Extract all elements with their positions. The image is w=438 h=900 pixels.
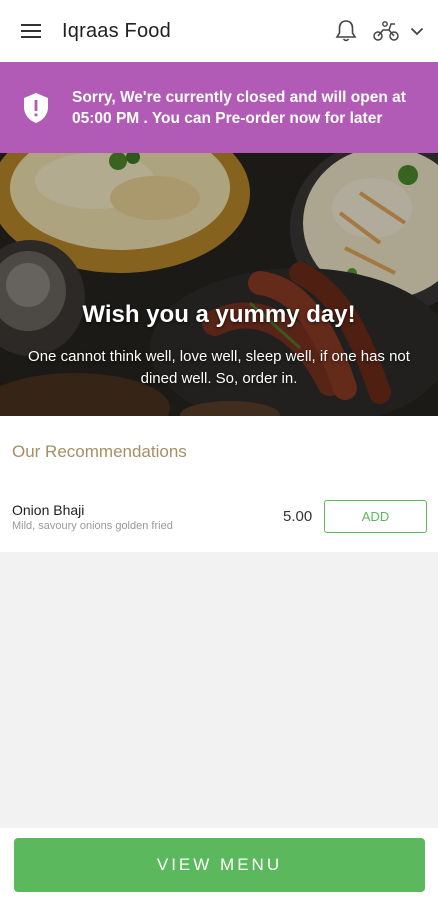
hero-title: Wish you a yummy day! — [82, 301, 356, 328]
notifications-button[interactable] — [324, 0, 368, 62]
hero-subtitle: One cannot think well, love well, sleep … — [28, 348, 410, 387]
chevron-down-icon — [410, 27, 424, 35]
item-description: Mild, savoury onions golden fried — [12, 520, 173, 532]
bottom-bar: VIEW MENU — [0, 828, 438, 900]
bell-icon — [335, 20, 357, 42]
shield-alert-icon — [0, 92, 72, 124]
item-name[interactable]: Onion Bhaji — [12, 502, 84, 518]
store-closed-banner: Sorry, We're currently closed and will o… — [0, 62, 438, 153]
item-price: 5.00 — [283, 508, 313, 525]
add-item-button[interactable]: ADD — [324, 500, 427, 533]
app-title: Iqraas Food — [62, 19, 171, 42]
menu-button[interactable] — [0, 0, 62, 62]
closed-message: Sorry, We're currently closed and will o… — [72, 88, 406, 127]
recommendations-section: Our Recommendations Onion Bhaji Mild, sa… — [0, 416, 438, 552]
menu-icon — [21, 24, 41, 38]
app-bar: Iqraas Food — [0, 0, 438, 62]
recommendations-title: Our Recommendations — [12, 442, 187, 461]
hero-banner: Wish you a yummy day! One cannot think w… — [0, 153, 438, 416]
scooter-icon — [373, 21, 399, 41]
view-menu-button[interactable]: VIEW MENU — [14, 838, 425, 892]
account-menu-button[interactable] — [368, 0, 438, 62]
